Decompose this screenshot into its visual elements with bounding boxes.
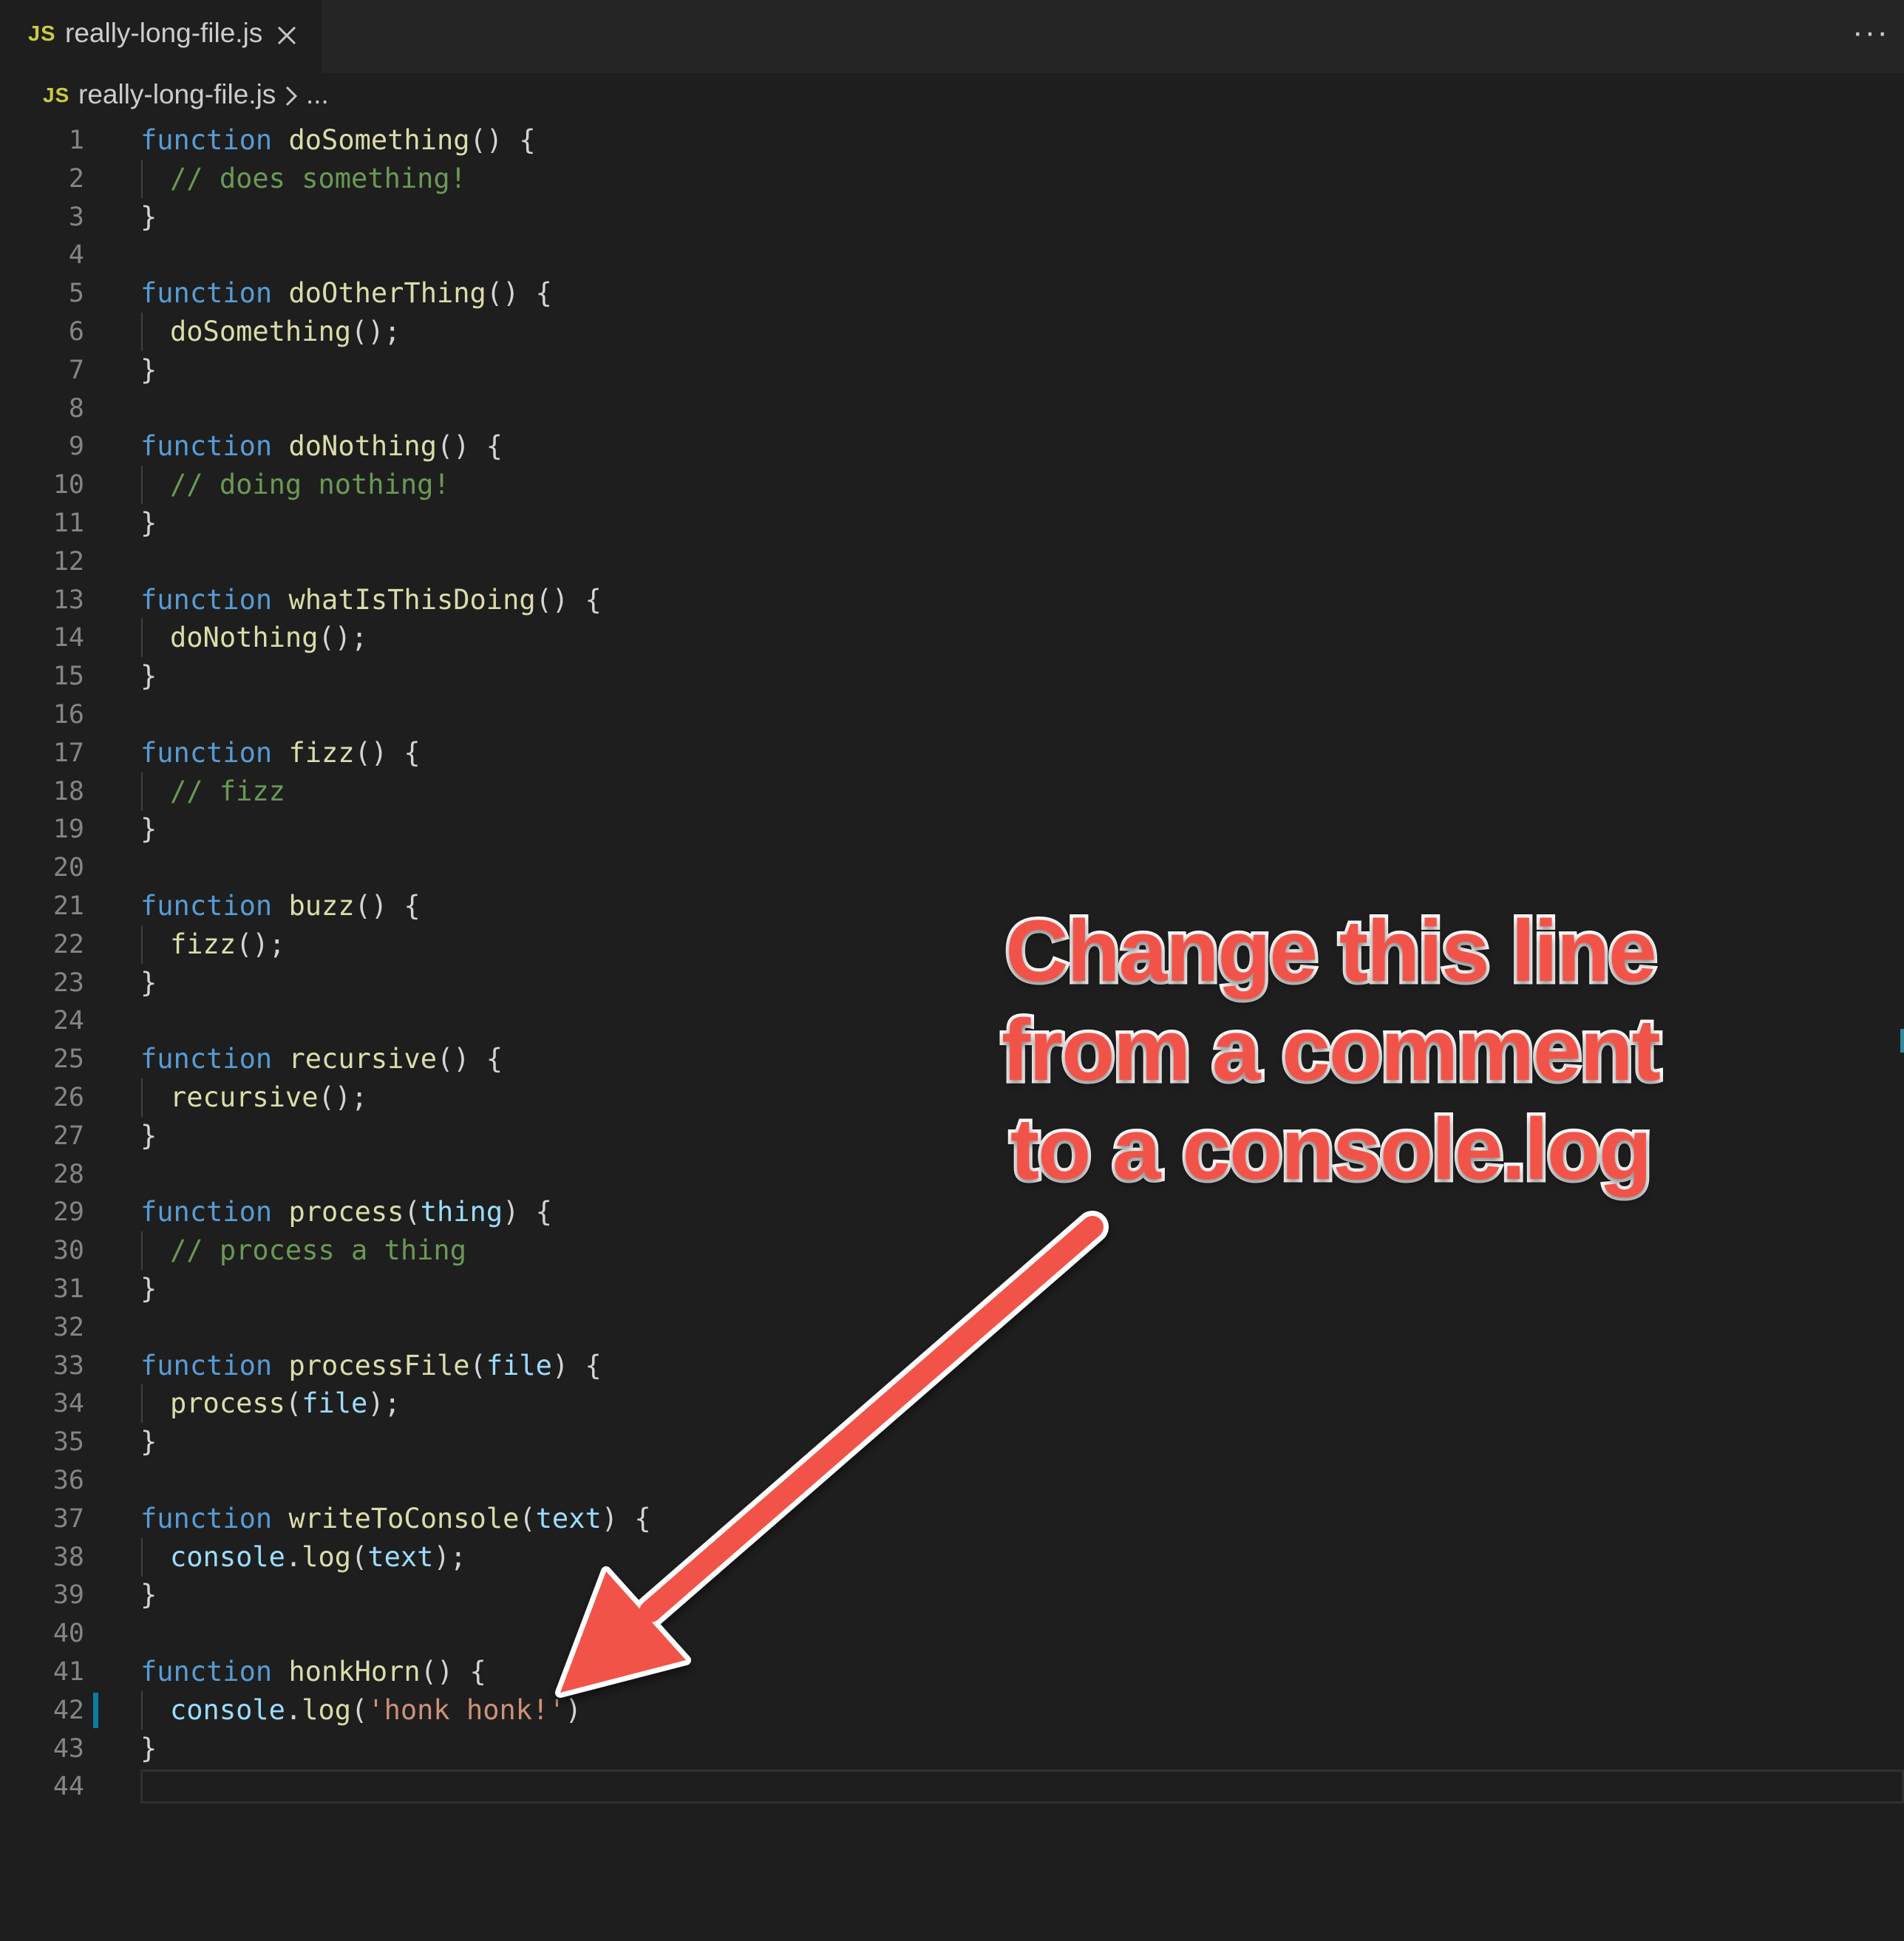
annotation-line: from a comment [999,999,1665,1103]
annotation-callout: Change this line from a comment to a con… [976,900,1685,1202]
annotation-line: Change this line [1002,900,1660,1004]
annotation-line: to a console.log [1007,1098,1655,1202]
